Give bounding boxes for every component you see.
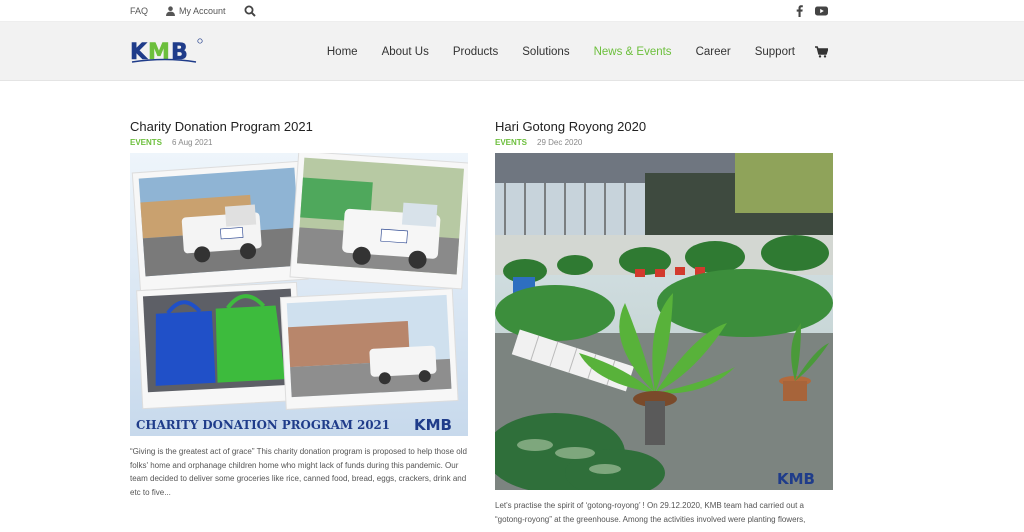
post-date: 29 Dec 2020: [537, 138, 583, 147]
user-icon: [166, 6, 176, 16]
my-account-label: My Account: [179, 6, 226, 16]
main-nav: Home About Us Products Solutions News & …: [315, 22, 828, 81]
nav-solutions[interactable]: Solutions: [510, 46, 581, 58]
header-nav-band: K M B Home About Us Products Solutions N…: [0, 22, 1024, 81]
post-card-charity-donation: Charity Donation Program 2021 EVENTS 6 A…: [130, 118, 468, 499]
post-featured-image[interactable]: KMB: [495, 153, 833, 490]
post-card-gotong-royong: Hari Gotong Royong 2020 EVENTS 29 Dec 20…: [495, 118, 833, 526]
post-date: 6 Aug 2021: [172, 138, 213, 147]
post-meta: EVENTS 29 Dec 2020: [495, 138, 833, 147]
post-category[interactable]: EVENTS: [130, 138, 162, 147]
youtube-icon[interactable]: [815, 6, 828, 16]
image-logo-text: KMB: [777, 470, 815, 488]
svg-text:M: M: [148, 40, 170, 65]
image-logo-text: KMB: [414, 416, 452, 434]
nav-career[interactable]: Career: [684, 46, 743, 58]
post-featured-image[interactable]: CHARITY DONATION PROGRAM 2021 KMB: [130, 153, 468, 436]
cart-button[interactable]: [807, 45, 828, 58]
search-icon[interactable]: [244, 5, 256, 17]
image-caption-text: CHARITY DONATION PROGRAM 2021: [136, 417, 390, 432]
cart-icon: [815, 45, 828, 58]
post-meta: EVENTS 6 Aug 2021: [130, 138, 468, 147]
nav-products[interactable]: Products: [441, 46, 510, 58]
post-title[interactable]: Charity Donation Program 2021: [130, 118, 468, 136]
post-category[interactable]: EVENTS: [495, 138, 527, 147]
top-utility-bar: FAQ My Account: [0, 0, 1024, 22]
post-excerpt: “Giving is the greatest act of grace” Th…: [130, 447, 467, 497]
post-title[interactable]: Hari Gotong Royong 2020: [495, 118, 833, 136]
facebook-icon[interactable]: [796, 5, 803, 17]
post-excerpt: Let's practise the spirit of ‘gotong-roy…: [495, 501, 806, 524]
nav-home[interactable]: Home: [315, 46, 370, 58]
nav-support[interactable]: Support: [743, 46, 807, 58]
my-account-link[interactable]: My Account: [166, 6, 226, 16]
faq-link[interactable]: FAQ: [130, 6, 148, 16]
nav-about-us[interactable]: About Us: [370, 46, 441, 58]
kmb-logo[interactable]: K M B: [130, 37, 204, 65]
nav-news-events[interactable]: News & Events: [582, 46, 684, 58]
